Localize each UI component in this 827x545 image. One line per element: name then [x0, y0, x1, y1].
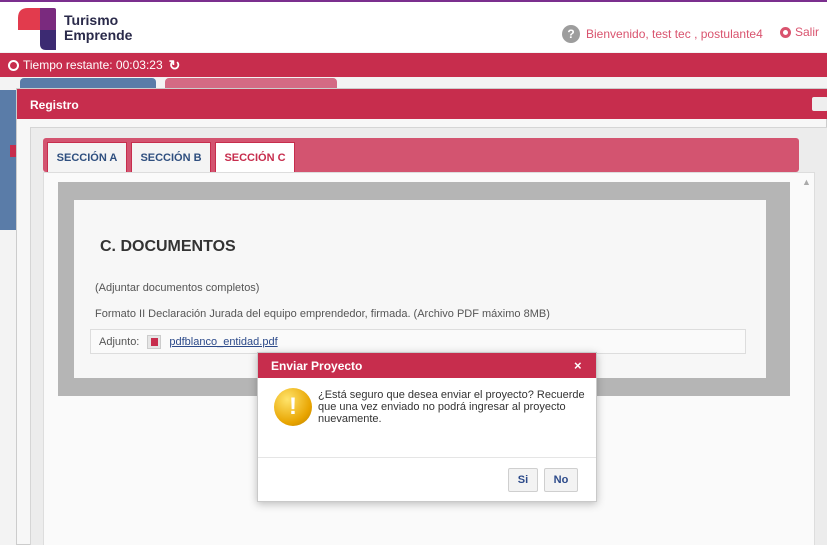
logo-text: Turismo Emprende — [64, 13, 132, 43]
modal-divider — [258, 457, 596, 458]
tab-seccion-a[interactable]: SECCIÓN A — [47, 142, 127, 172]
attachment-link[interactable]: pdfblanco_entidad.pdf — [169, 336, 277, 348]
section-tabs: SECCIÓN A SECCIÓN B SECCIÓN C — [43, 138, 799, 172]
logout-link[interactable]: Salir — [780, 25, 819, 39]
scroll-up-icon[interactable]: ▲ — [802, 177, 811, 187]
logo-line-1: Turismo — [64, 12, 119, 28]
background-tab — [20, 78, 156, 88]
tab-seccion-c[interactable]: SECCIÓN C — [215, 142, 295, 172]
tab-label: SECCIÓN A — [56, 151, 118, 164]
section-note: (Adjuntar documentos completos) — [95, 282, 260, 294]
attachment-row: Adjunto: pdfblanco_entidad.pdf — [90, 329, 746, 354]
pdf-file-icon — [147, 334, 162, 349]
tab-label: SECCIÓN C — [224, 151, 286, 164]
timer-label: Tiempo restante: 00:03:23 — [23, 58, 163, 72]
close-icon[interactable]: × — [574, 358, 582, 373]
timer-bar: Tiempo restante: 00:03:23 ↻ — [0, 53, 827, 77]
section-title: C. DOCUMENTOS — [100, 238, 236, 255]
dialog-title: Registro — [30, 98, 79, 112]
tab-label: SECCIÓN B — [140, 151, 202, 164]
welcome-user: ? Bienvenido, test tec , postulante4 — [562, 25, 763, 43]
refresh-icon[interactable]: ↻ — [169, 57, 181, 74]
dialog-header-button[interactable] — [812, 97, 827, 111]
top-header: Turismo Emprende ? Bienvenido, test tec … — [0, 0, 827, 52]
modal-header: Enviar Proyecto — [258, 353, 596, 378]
logo-line-2: Emprende — [64, 27, 133, 43]
tab-seccion-b[interactable]: SECCIÓN B — [131, 142, 211, 172]
gear-icon — [780, 26, 791, 38]
user-avatar-icon: ? — [562, 25, 580, 43]
yes-button[interactable]: Si — [508, 468, 538, 492]
no-button[interactable]: No — [544, 468, 578, 492]
attachment-label: Adjunto: — [99, 335, 140, 348]
turismo-emprende-logo — [18, 8, 56, 50]
clock-icon — [8, 59, 19, 71]
logout-label: Salir — [795, 25, 820, 39]
dialog-header: Registro — [17, 89, 827, 119]
warning-icon: ! — [274, 388, 312, 426]
background-tab — [165, 78, 337, 88]
modal-title: Enviar Proyecto — [271, 359, 363, 373]
modal-message: ¿Está seguro que desea enviar el proyect… — [318, 389, 585, 425]
confirm-submit-modal: Enviar Proyecto × ! ¿Está seguro que des… — [257, 352, 597, 502]
document-description: Formato II Declaración Jurada del equipo… — [95, 308, 550, 320]
welcome-text: Bienvenido, test tec , postulante4 — [586, 27, 763, 41]
